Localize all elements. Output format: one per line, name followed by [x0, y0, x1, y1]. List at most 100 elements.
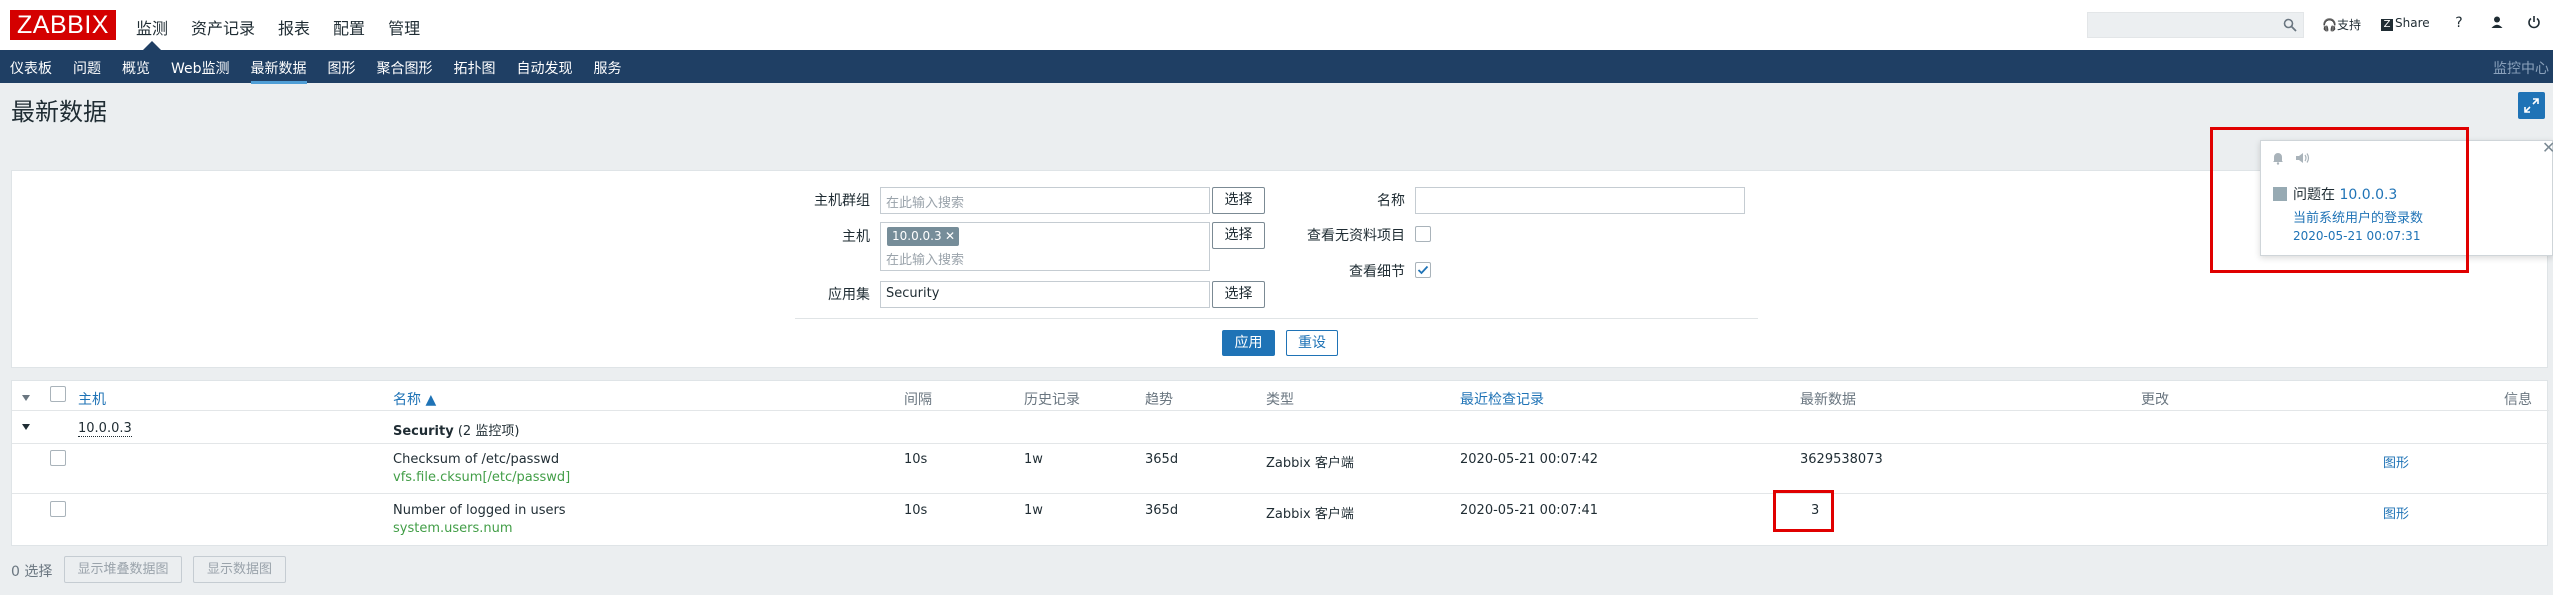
- item-trends: 365d: [1145, 452, 1179, 467]
- submenu-maps[interactable]: 拓扑图: [454, 58, 496, 84]
- item-last-check: 2020-05-21 00:07:42: [1460, 452, 1599, 467]
- row-checkbox[interactable]: [50, 450, 66, 466]
- fullscreen-button[interactable]: [2518, 92, 2545, 119]
- collapse-group-icon[interactable]: [21, 422, 31, 432]
- selected-count: 0 选择: [11, 564, 53, 580]
- search-icon[interactable]: [2283, 18, 2297, 32]
- sign-out-icon[interactable]: [2525, 15, 2543, 33]
- row-checkbox[interactable]: [50, 501, 66, 517]
- show-no-data-label: 查看无资料项目: [1307, 228, 1405, 244]
- group-host-link[interactable]: 10.0.0.3: [78, 421, 132, 437]
- submenu-web[interactable]: Web监测: [171, 58, 230, 84]
- menu-monitoring[interactable]: 监测: [136, 15, 168, 39]
- show-stacked-graph-button[interactable]: 显示堆叠数据图: [64, 556, 182, 583]
- menu-configuration[interactable]: 配置: [333, 15, 365, 39]
- column-history: 历史记录: [1024, 392, 1080, 408]
- graph-link[interactable]: 图形: [2383, 503, 2409, 522]
- apply-button[interactable]: 应用: [1222, 330, 1275, 356]
- name-input[interactable]: [1415, 187, 1745, 214]
- item-name: Number of logged in users: [393, 503, 566, 518]
- column-last-check[interactable]: 最近检查记录: [1460, 389, 1544, 409]
- headset-icon: 🎧: [2322, 18, 2337, 32]
- item-name: Checksum of /etc/passwd: [393, 452, 560, 467]
- header-divider: [12, 410, 2549, 411]
- top-bar: ZABBIX 监测 资产记录 报表 配置 管理 🎧支持 Z Share ?: [0, 0, 2553, 50]
- host-label: 主机: [842, 229, 870, 245]
- remove-tag-icon[interactable]: ✕: [945, 227, 955, 246]
- host-search-placeholder: 在此输入搜索: [886, 253, 965, 268]
- column-info: 信息: [2504, 392, 2532, 408]
- column-trends: 趋势: [1145, 392, 1173, 408]
- show-no-data-checkbox[interactable]: [1415, 226, 1431, 242]
- zabbix-logo[interactable]: ZABBIX: [10, 10, 116, 40]
- row-divider: [12, 493, 2549, 494]
- menu-inventory[interactable]: 资产记录: [191, 15, 255, 39]
- highlight-last-value: [1773, 490, 1834, 532]
- support-link[interactable]: 🎧支持: [2322, 16, 2361, 33]
- name-label: 名称: [1377, 193, 1405, 209]
- host-tag: 10.0.0.3 ✕: [887, 227, 959, 246]
- group-application: Security (2 监控项): [393, 424, 520, 439]
- close-notification-icon[interactable]: ✕: [2542, 138, 2553, 157]
- column-name[interactable]: 名称 ▲: [393, 389, 436, 409]
- latest-data-table: 主机 名称 ▲ 间隔 历史记录 趋势 类型 最近检查记录 最新数据 更改 信息 …: [11, 380, 2549, 546]
- submenu: 仪表板 问题 概览 Web监测 最新数据 图形 聚合图形 拓扑图 自动发现 服务: [10, 58, 643, 84]
- filter-divider: [795, 318, 1758, 319]
- active-menu-indicator: [143, 41, 161, 50]
- item-key: system.users.num: [393, 521, 513, 536]
- column-last-value: 最新数据: [1800, 392, 1856, 408]
- collapse-all-icon[interactable]: [21, 393, 31, 403]
- submenu-services[interactable]: 服务: [594, 58, 622, 84]
- search-input[interactable]: [2087, 12, 2304, 38]
- menu-reports[interactable]: 报表: [278, 15, 310, 39]
- main-menu: 监测 资产记录 报表 配置 管理: [136, 15, 420, 39]
- highlight-notification: [2210, 127, 2469, 273]
- reset-button[interactable]: 重设: [1286, 330, 1338, 356]
- menu-administration[interactable]: 管理: [388, 15, 420, 39]
- host-group-input[interactable]: 在此输入搜索: [880, 187, 1210, 214]
- application-label: 应用集: [828, 287, 870, 303]
- item-key: vfs.file.cksum[/etc/passwd]: [393, 470, 571, 485]
- filter-panel: [11, 170, 2548, 368]
- item-trends: 365d: [1145, 503, 1179, 518]
- help-icon[interactable]: ?: [2450, 15, 2468, 33]
- application-input[interactable]: Security: [880, 281, 1210, 308]
- group-divider: [12, 443, 2549, 444]
- item-history: 1w: [1024, 503, 1043, 518]
- column-type: 类型: [1266, 392, 1294, 408]
- page-title: 最新数据: [11, 98, 107, 126]
- share-z-icon: Z: [2381, 19, 2393, 31]
- host-select-button[interactable]: 选择: [1212, 222, 1265, 249]
- submenu-dashboard[interactable]: 仪表板: [10, 58, 52, 84]
- item-interval: 10s: [904, 503, 928, 518]
- sub-navigation: 仪表板 问题 概览 Web监测 最新数据 图形 聚合图形 拓扑图 自动发现 服务…: [0, 50, 2553, 84]
- column-change: 更改: [2141, 392, 2169, 408]
- share-link[interactable]: Z Share: [2381, 16, 2430, 31]
- submenu-overview[interactable]: 概览: [122, 58, 150, 84]
- submenu-problems[interactable]: 问题: [73, 58, 101, 84]
- submenu-latest-data[interactable]: 最新数据: [250, 58, 307, 84]
- item-type: Zabbix 客户端: [1266, 507, 1354, 522]
- item-last-value: 3629538073: [1800, 452, 1883, 467]
- checkmark-icon: [1417, 265, 1429, 275]
- submenu-discovery[interactable]: 自动发现: [517, 58, 573, 84]
- host-group-label: 主机群组: [814, 193, 870, 209]
- item-history: 1w: [1024, 452, 1043, 467]
- submenu-graphs[interactable]: 图形: [328, 58, 356, 84]
- host-multiselect[interactable]: 10.0.0.3 ✕ 在此输入搜索: [880, 222, 1210, 271]
- application-select-button[interactable]: 选择: [1212, 281, 1265, 308]
- item-interval: 10s: [904, 452, 928, 467]
- show-graph-button[interactable]: 显示数据图: [193, 556, 286, 583]
- submenu-screens[interactable]: 聚合图形: [377, 58, 433, 84]
- monitoring-center-label: 监控中心: [2493, 61, 2549, 77]
- show-details-checkbox[interactable]: [1415, 262, 1431, 278]
- item-type: Zabbix 客户端: [1266, 456, 1354, 471]
- host-group-select-button[interactable]: 选择: [1212, 187, 1265, 214]
- item-last-check: 2020-05-21 00:07:41: [1460, 503, 1599, 518]
- graph-link[interactable]: 图形: [2383, 452, 2409, 471]
- select-all-checkbox[interactable]: [50, 386, 66, 402]
- fullscreen-icon: [2524, 98, 2539, 113]
- column-host[interactable]: 主机: [78, 389, 106, 409]
- user-profile-icon[interactable]: [2488, 15, 2506, 33]
- show-details-label: 查看细节: [1349, 264, 1405, 280]
